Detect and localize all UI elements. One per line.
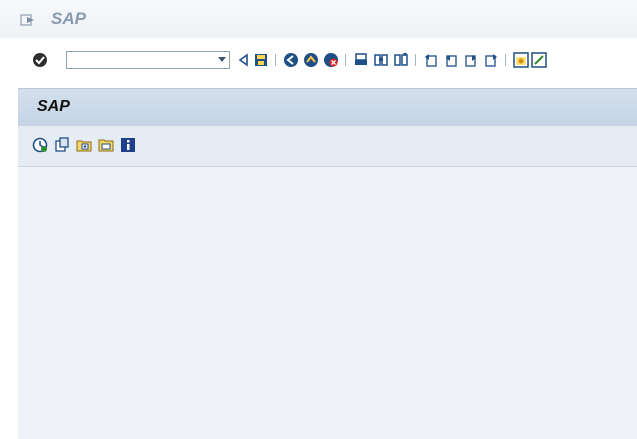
find-icon[interactable]	[373, 52, 389, 68]
toolbar-separator	[505, 54, 506, 66]
info-icon[interactable]	[120, 137, 136, 153]
title-bar: SAP	[0, 0, 637, 38]
toolbar-separator	[275, 54, 276, 66]
execute-icon[interactable]	[32, 137, 48, 153]
chevron-down-icon[interactable]	[218, 57, 226, 62]
application-toolbar	[18, 126, 637, 167]
toolbar-separator	[415, 54, 416, 66]
display-icon[interactable]	[54, 137, 70, 153]
first-page-icon[interactable]	[423, 52, 439, 68]
menu-icon[interactable]	[20, 13, 36, 27]
next-page-icon[interactable]	[463, 52, 479, 68]
command-input[interactable]	[70, 53, 210, 67]
green-back-icon[interactable]	[283, 52, 299, 68]
previous-page-icon[interactable]	[443, 52, 459, 68]
page-title: SAP	[37, 98, 70, 115]
window-title: SAP	[51, 9, 86, 28]
enter-icon[interactable]	[32, 52, 48, 68]
create-session-icon[interactable]	[513, 52, 529, 68]
last-page-icon[interactable]	[483, 52, 499, 68]
generate-shortcut-icon[interactable]	[531, 52, 547, 68]
standard-toolbar	[0, 38, 637, 80]
back-icon[interactable]	[236, 52, 252, 68]
content-area: SAP	[18, 88, 637, 439]
cancel-icon[interactable]	[323, 52, 339, 68]
change-favorite-icon[interactable]	[98, 137, 114, 153]
command-field[interactable]	[66, 51, 230, 69]
save-icon[interactable]	[253, 52, 269, 68]
toolbar-separator	[345, 54, 346, 66]
find-next-icon[interactable]	[393, 52, 409, 68]
add-favorite-icon[interactable]	[76, 137, 92, 153]
print-icon[interactable]	[353, 52, 369, 68]
exit-icon[interactable]	[303, 52, 319, 68]
page-header: SAP	[18, 88, 637, 126]
